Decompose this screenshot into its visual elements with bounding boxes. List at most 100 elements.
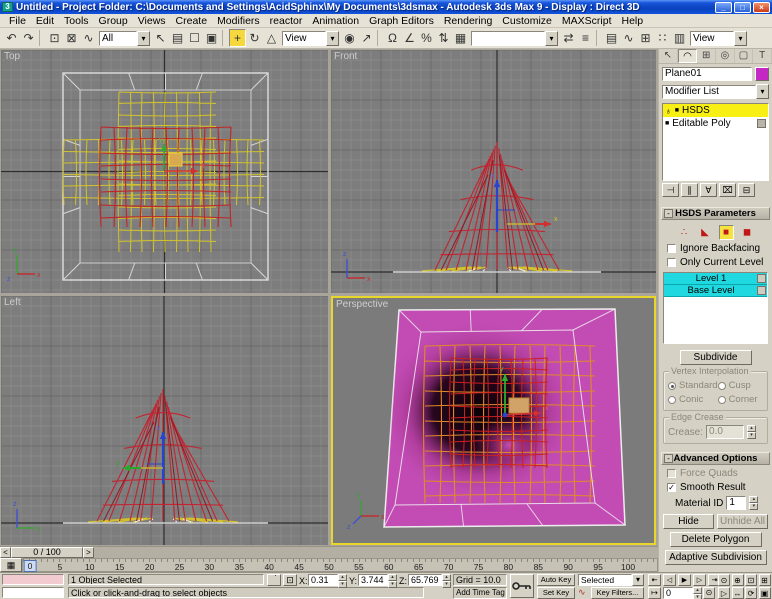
radio-button[interactable] bbox=[668, 381, 676, 390]
selection-lock-toggle-button[interactable] bbox=[267, 574, 281, 586]
window-crossing-toggle-button[interactable]: ▣ bbox=[203, 29, 220, 47]
maximize-viewport-toggle-button[interactable]: ▣ bbox=[758, 587, 771, 599]
key-mode-toggle-button[interactable]: ↦ bbox=[648, 587, 661, 599]
checkbox-box[interactable] bbox=[667, 244, 676, 253]
subdivide-button[interactable]: Subdivide bbox=[679, 350, 752, 365]
unlink-selection-button[interactable]: ⊠ bbox=[63, 29, 80, 47]
reference-coordinate-system-dropdown[interactable]: View ▾ bbox=[282, 30, 339, 46]
trackbar-tick-85[interactable]: 85 bbox=[534, 562, 543, 572]
trackbar-tick-75[interactable]: 75 bbox=[474, 562, 483, 572]
trackbar-tick-55[interactable]: 55 bbox=[354, 562, 363, 572]
angle-snap-toggle-button[interactable]: ∠ bbox=[401, 29, 418, 47]
viewport-front-label[interactable]: Front bbox=[334, 51, 357, 62]
zoom-extents-button[interactable]: ⊡ bbox=[745, 574, 757, 586]
menu-animation[interactable]: Animation bbox=[307, 15, 364, 27]
track-ruler[interactable]: 0 5 10 15 20 25 30 35 40 45 50 55 60 65 70 75 80 85 90 95 10… bbox=[22, 558, 658, 572]
menu-edit[interactable]: Edit bbox=[31, 15, 59, 27]
current-frame-spinner[interactable]: ▴ ▾ bbox=[693, 587, 702, 599]
menu-rendering[interactable]: Rendering bbox=[439, 15, 497, 27]
spinner-up-icon[interactable]: ▴ bbox=[749, 496, 759, 503]
remove-modifier-button[interactable]: ⌧ bbox=[719, 183, 736, 197]
auto-key-button[interactable]: Auto Key bbox=[537, 574, 575, 586]
radio-button[interactable] bbox=[717, 381, 726, 390]
trackbar-tick-30[interactable]: 30 bbox=[205, 562, 214, 572]
create-tab[interactable]: ↖ bbox=[659, 49, 678, 63]
checkbox-box[interactable] bbox=[667, 258, 676, 267]
select-and-scale-button[interactable]: △ bbox=[263, 29, 280, 47]
macro-recorder-field[interactable] bbox=[2, 574, 64, 585]
select-and-manipulate-button[interactable]: ↗ bbox=[358, 29, 375, 47]
menu-tools[interactable]: Tools bbox=[59, 15, 94, 27]
menu-maxscript[interactable]: MAXScript bbox=[557, 15, 617, 27]
spinner-down-icon[interactable]: ▾ bbox=[747, 432, 757, 439]
spinner-snap-toggle-button[interactable]: ⇅ bbox=[435, 29, 452, 47]
trackbar-tick-45[interactable]: 45 bbox=[294, 562, 303, 572]
dropdown-arrow-icon[interactable]: ▾ bbox=[545, 30, 558, 46]
ignore-backfacing-checkbox[interactable]: Ignore Backfacing bbox=[667, 243, 772, 254]
crease-field[interactable]: 0.0 bbox=[706, 425, 745, 439]
make-unique-button[interactable]: ∀ bbox=[700, 183, 717, 197]
utilities-tab[interactable]: T bbox=[753, 49, 772, 63]
mirror-button[interactable]: ⇄ bbox=[560, 29, 577, 47]
object-color-swatch[interactable] bbox=[755, 67, 769, 81]
material-id-spinner[interactable]: ▴ ▾ bbox=[749, 496, 759, 510]
curve-editor-button[interactable]: ∿ bbox=[620, 29, 637, 47]
time-slider-handle[interactable]: 0 / 100 bbox=[11, 547, 83, 558]
level-edit-icon[interactable] bbox=[757, 286, 766, 295]
hierarchy-tab[interactable]: ⊞ bbox=[697, 49, 717, 63]
viewport-left[interactable]: y z y z Left bbox=[1, 296, 328, 545]
zoom-button[interactable]: ⊙ bbox=[718, 574, 730, 586]
zoom-extents-all-button[interactable]: ⊞ bbox=[758, 574, 771, 586]
modifier-stack-item-hsds[interactable]: ♁ ■ HSDS bbox=[663, 104, 768, 117]
schematic-view-button[interactable]: ⊞ bbox=[637, 29, 654, 47]
arc-rotate-button[interactable]: ⟳ bbox=[745, 587, 757, 599]
align-button[interactable]: ≡ bbox=[577, 29, 594, 47]
go-to-start-button[interactable]: ⇤ bbox=[648, 574, 661, 586]
menu-views[interactable]: Views bbox=[133, 15, 171, 27]
spinner-down-icon[interactable]: ▾ bbox=[388, 581, 397, 588]
adaptive-subdivision-button[interactable]: Adaptive Subdivision bbox=[664, 550, 767, 565]
modifier-list-dropdown-arrow-icon[interactable]: ▾ bbox=[756, 84, 769, 99]
redo-button[interactable]: ↷ bbox=[20, 29, 37, 47]
dropdown-arrow-icon[interactable]: ▾ bbox=[734, 30, 747, 46]
field-of-view-button[interactable]: ▷ bbox=[718, 587, 730, 599]
hide-button[interactable]: Hide bbox=[663, 514, 714, 529]
absolute-offset-mode-toggle-button[interactable]: ⊡ bbox=[283, 574, 297, 586]
edge-subobject-button[interactable]: ◣ bbox=[698, 225, 713, 240]
transform-y-field[interactable]: 3.744 bbox=[358, 574, 388, 586]
object-name-field[interactable]: Plane01 bbox=[662, 67, 752, 81]
trackbar-tick-80[interactable]: 80 bbox=[504, 562, 513, 572]
select-and-link-button[interactable]: ⊡ bbox=[46, 29, 63, 47]
element-subobject-button[interactable]: ◼ bbox=[740, 225, 755, 240]
menu-file[interactable]: File bbox=[4, 15, 31, 27]
next-frame-button[interactable]: ▷ bbox=[693, 574, 706, 586]
checkbox-box[interactable]: ✓ bbox=[667, 483, 676, 492]
spinner-down-icon[interactable]: ▾ bbox=[693, 594, 702, 599]
configure-modifier-sets-button[interactable]: ⊟ bbox=[738, 183, 755, 197]
transform-y-spinner[interactable]: ▴ ▾ bbox=[388, 574, 397, 588]
previous-frame-button[interactable]: ◁ bbox=[663, 574, 676, 586]
dropdown-arrow-icon[interactable]: ▾ bbox=[326, 30, 339, 46]
viewport-top[interactable]: x y x y z Top bbox=[1, 50, 328, 293]
set-key-button[interactable]: Set Key bbox=[537, 587, 575, 599]
visibility-bulb-icon[interactable]: ♁ bbox=[665, 106, 672, 116]
key-mode-dropdown-arrow-icon[interactable]: ▾ bbox=[632, 574, 644, 586]
pan-button[interactable]: ↔ bbox=[731, 587, 744, 599]
modify-tab[interactable]: ◠ bbox=[677, 49, 698, 63]
close-button[interactable]: × bbox=[753, 1, 770, 13]
rectangular-selection-region-button[interactable]: ☐ bbox=[186, 29, 203, 47]
trackbar-tick-15[interactable]: 15 bbox=[115, 562, 124, 572]
crease-spinner[interactable]: ▴ ▾ bbox=[747, 425, 757, 439]
only-current-level-checkbox[interactable]: Only Current Level bbox=[667, 257, 772, 268]
material-id-field[interactable]: 1 bbox=[726, 496, 747, 510]
trackbar-tick-20[interactable]: 20 bbox=[145, 562, 154, 572]
collapse-icon[interactable]: - bbox=[664, 454, 673, 463]
radio-button[interactable] bbox=[717, 395, 726, 404]
transform-z-field[interactable]: 65.769 bbox=[408, 574, 442, 586]
set-keys-toggle-button[interactable] bbox=[510, 574, 534, 598]
viewport-perspective-label[interactable]: Perspective bbox=[336, 299, 388, 310]
transform-x-field[interactable]: 0.31 bbox=[308, 574, 338, 586]
collapse-icon[interactable]: - bbox=[664, 209, 673, 218]
hsds-parameters-rollout-header[interactable]: - HSDS Parameters bbox=[661, 207, 770, 220]
display-tab[interactable]: ▢ bbox=[735, 49, 754, 63]
